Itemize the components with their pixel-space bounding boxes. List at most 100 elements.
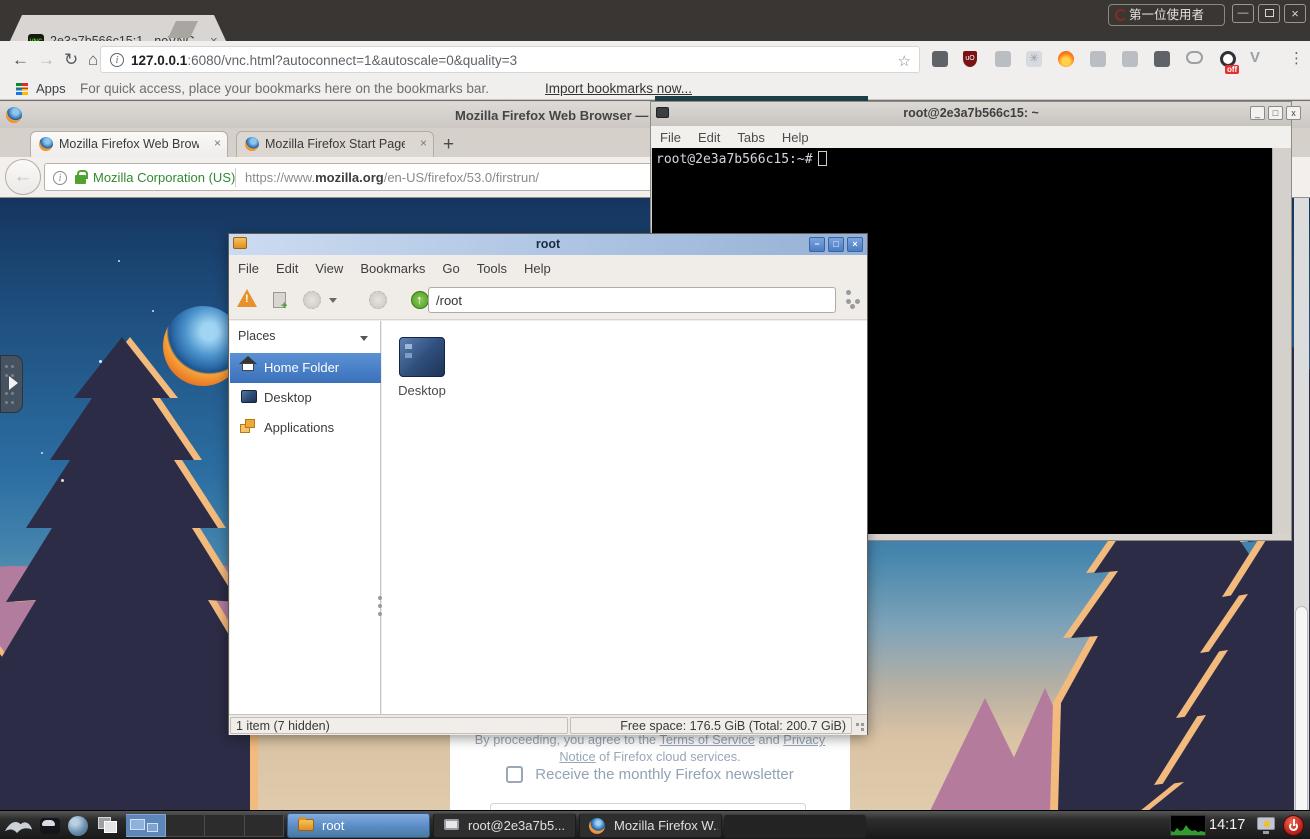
menu-view[interactable]: View [315, 261, 343, 276]
menu-tabs[interactable]: Tabs [737, 130, 764, 145]
recorder-extension-icon[interactable]: off [1220, 51, 1236, 67]
fm-close-button[interactable]: × [847, 237, 863, 252]
page-scrollbar[interactable] [1294, 198, 1309, 811]
taskbar-button-firefox[interactable]: Mozilla Firefox W... [579, 813, 722, 838]
vimium-extension-icon[interactable]: V [1250, 49, 1260, 66]
chrome-address-bar[interactable]: i 127.0.0.1:6080/vnc.html?autoconnect=1&… [100, 46, 920, 73]
page-info-icon[interactable]: i [110, 53, 124, 67]
desktop-folder-icon [399, 337, 445, 377]
terminal-prompt: root@2e3a7b566c15:~# [656, 151, 827, 167]
terminal-menubar: File Edit Tabs Help [651, 126, 1291, 148]
terminal-minimize-button[interactable]: _ [1250, 106, 1265, 120]
workspace-3[interactable] [205, 814, 245, 837]
expand-arrow-icon [9, 376, 18, 390]
status-item-count: 1 item (7 hidden) [230, 717, 568, 734]
taskbar-button-root[interactable]: root [287, 813, 430, 838]
forward-icon[interactable] [369, 291, 387, 309]
up-arrow-glyph: ↑ [416, 292, 423, 307]
shade-app-icon[interactable] [40, 818, 60, 834]
tab-close-icon[interactable]: × [214, 136, 221, 150]
flame-extension-icon[interactable] [1058, 51, 1074, 67]
sidebar-item-desktop[interactable]: Desktop [230, 383, 381, 413]
window-close-button[interactable]: × [1284, 4, 1306, 23]
places-selector[interactable]: Places [238, 329, 276, 343]
chat-bubble-extension-icon[interactable] [1186, 51, 1203, 64]
newsletter-checkbox[interactable] [506, 766, 523, 783]
bookmarks-hint: For quick access, place your bookmarks h… [80, 81, 542, 96]
directory-tree-toggle-icon[interactable] [846, 290, 851, 295]
reload-icon[interactable]: ↻ [64, 50, 78, 70]
menu-help[interactable]: Help [782, 130, 809, 145]
workspace-2[interactable] [166, 814, 206, 837]
new-tab-icon[interactable]: + [443, 134, 454, 156]
taskbar-button-terminal[interactable]: root@2e3a7b5... [433, 813, 576, 838]
logout-power-button[interactable] [1283, 815, 1304, 836]
extension-puzzle-icon[interactable] [932, 51, 948, 67]
file-manager-statusbar: 1 item (7 hidden) Free space: 176.5 GiB … [229, 714, 867, 735]
workspace-4[interactable] [245, 814, 285, 837]
lxde-taskbar: root root@2e3a7b5... Mozilla Firefox W..… [0, 810, 1310, 839]
window-maximize-button[interactable] [1258, 4, 1280, 23]
apps-grid-icon[interactable] [16, 83, 28, 95]
file-manager-sidebar: Places Home Folder Desktop Applications [230, 321, 381, 714]
chrome-profile-button[interactable]: 第一位使用者 [1108, 4, 1225, 26]
divider [235, 168, 236, 187]
firefox-tab-active[interactable]: Mozilla Firefox Web Browser × [30, 131, 228, 157]
forward-icon[interactable]: → [38, 50, 55, 70]
terminal-scrollbar[interactable] [1272, 148, 1291, 534]
web-browser-globe-icon[interactable] [68, 816, 88, 836]
firefox-back-button[interactable]: ← [5, 159, 41, 195]
bookmark-star-icon[interactable]: ☆ [898, 52, 911, 70]
terminal-maximize-button[interactable]: □ [1268, 106, 1283, 120]
workspace-1-active[interactable] [126, 814, 166, 837]
fm-maximize-button[interactable]: □ [828, 237, 844, 252]
menu-bookmarks[interactable]: Bookmarks [360, 261, 425, 276]
path-input[interactable] [428, 287, 836, 313]
file-list-view[interactable]: Desktop [382, 321, 867, 714]
file-manager-titlebar[interactable]: root − □ × [229, 234, 867, 255]
menu-go[interactable]: Go [442, 261, 459, 276]
scrollbar-thumb[interactable] [1295, 606, 1308, 839]
history-chevron-icon[interactable] [329, 298, 337, 303]
menu-edit[interactable]: Edit [698, 130, 720, 145]
sidebar-item-home-folder[interactable]: Home Folder [230, 353, 381, 383]
home-icon[interactable]: ⌂ [88, 50, 98, 70]
sidebar-item-applications[interactable]: Applications [230, 413, 381, 443]
extension-puzzle-icon[interactable] [1154, 51, 1170, 67]
workspace-pager[interactable] [126, 814, 284, 837]
url-host: 127.0.0.1 [131, 53, 187, 68]
import-bookmarks-link[interactable]: Import bookmarks now... [545, 81, 692, 96]
lock-screen-icon[interactable] [1257, 817, 1275, 830]
file-manager-window: root − □ × File Edit View Bookmarks Go T… [228, 233, 868, 735]
window-minimize-button[interactable]: — [1232, 4, 1254, 23]
back-icon[interactable] [303, 291, 321, 309]
terminal-close-button[interactable]: x [1286, 106, 1301, 120]
menu-help[interactable]: Help [524, 261, 551, 276]
extension-puzzle-icon[interactable] [995, 51, 1011, 67]
menu-file[interactable]: File [238, 261, 259, 276]
menu-tools[interactable]: Tools [477, 261, 507, 276]
extension-puzzle-icon[interactable] [1090, 51, 1106, 67]
fm-minimize-button[interactable]: − [809, 237, 825, 252]
menu-file[interactable]: File [660, 130, 681, 145]
firefox-tab-inactive[interactable]: Mozilla Firefox Start Page × [236, 131, 434, 157]
identity-label[interactable]: Mozilla Corporation (US) [93, 170, 235, 185]
chrome-menu-icon[interactable]: ⋮ [1289, 49, 1304, 67]
chevron-down-icon[interactable] [360, 336, 368, 341]
terminal-titlebar[interactable]: root@2e3a7b566c15: ~ _ □ x [651, 102, 1291, 126]
firefox-icon [6, 107, 22, 123]
back-icon[interactable]: ← [12, 50, 29, 70]
firefox-window-title: Mozilla Firefox Web Browser — [455, 108, 651, 123]
atom-extension-icon[interactable]: ✳ [1026, 51, 1042, 67]
novnc-control-handle[interactable] [0, 355, 23, 413]
file-item-desktop[interactable]: Desktop [382, 321, 462, 411]
menu-edit[interactable]: Edit [276, 261, 298, 276]
extension-puzzle-icon[interactable] [1122, 51, 1138, 67]
tab-close-icon[interactable]: × [420, 136, 427, 150]
ublock-shield-icon[interactable]: uO [963, 51, 977, 67]
resize-grip[interactable] [856, 723, 859, 726]
apps-shortcut[interactable]: Apps [36, 81, 66, 96]
terminal-icon [444, 819, 459, 830]
menu-bird-icon[interactable] [3, 816, 33, 836]
page-info-icon[interactable]: i [53, 171, 67, 185]
